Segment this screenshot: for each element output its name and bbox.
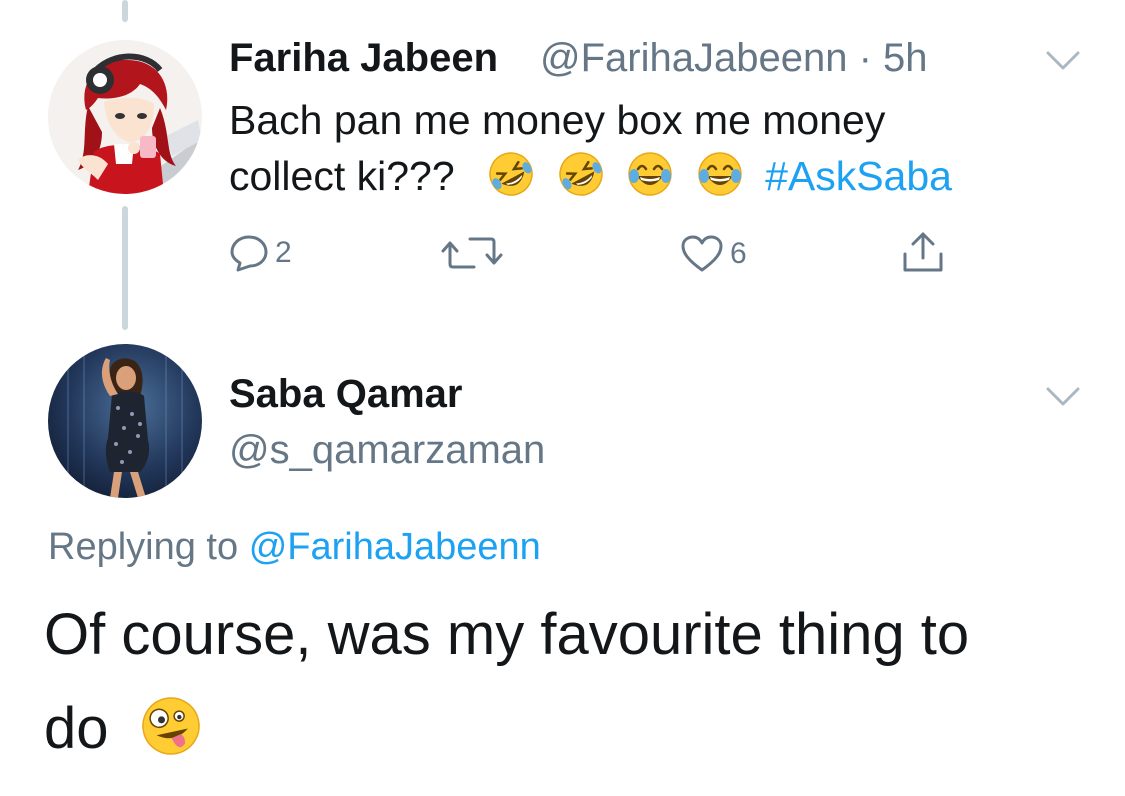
parent-author-name[interactable]: Fariha Jabeen	[229, 36, 498, 81]
handle-time-separator: ·	[858, 36, 872, 80]
main-tweet-text-line2-row: do	[44, 682, 203, 776]
share-button[interactable]	[902, 230, 944, 274]
tears-of-joy-emoji	[696, 150, 744, 198]
parent-author-handle-line: @FarihaJabeenn · 5h	[540, 36, 928, 81]
main-tweet-text-line2: do	[44, 696, 109, 761]
reply-button[interactable]: 2	[229, 234, 292, 272]
replying-to-line: Replying to @FarihaJabeenn	[48, 526, 541, 569]
like-icon	[680, 234, 724, 274]
like-button[interactable]: 6	[680, 234, 747, 274]
reply-count: 2	[275, 236, 292, 269]
like-count: 6	[730, 237, 747, 270]
retweet-button[interactable]	[440, 234, 510, 272]
parent-author-handle[interactable]: @FarihaJabeenn	[540, 36, 847, 80]
parent-timestamp[interactable]: 5h	[883, 36, 928, 80]
tears-of-joy-emoji	[626, 150, 674, 198]
parent-tweet-text-line2: collect ki???	[229, 153, 455, 199]
thread-line-connector	[122, 206, 128, 330]
retweet-icon	[440, 234, 504, 272]
share-icon	[902, 230, 944, 274]
chevron-down-icon[interactable]	[1045, 50, 1081, 77]
chevron-down-icon[interactable]	[1045, 386, 1081, 413]
parent-author-avatar[interactable]	[48, 40, 202, 194]
main-author-name[interactable]: Saba Qamar	[229, 372, 462, 417]
main-tweet-text-line1: Of course, was my favourite thing to	[44, 602, 970, 667]
replying-to-label: Replying to	[48, 526, 239, 568]
rolling-on-floor-laughing-emoji	[557, 150, 605, 198]
parent-tweet-text-line1: Bach pan me money box me money	[229, 97, 886, 143]
main-author-avatar[interactable]	[48, 344, 202, 498]
parent-tweet-text-line2-row: collect ki??? #AskSaba	[229, 148, 952, 204]
thread-line-top	[122, 0, 128, 22]
hashtag-link[interactable]: #AskSaba	[765, 153, 952, 199]
rolling-on-floor-laughing-emoji	[487, 150, 535, 198]
zany-face-emoji	[139, 692, 203, 756]
main-author-handle[interactable]: @s_qamarzaman	[229, 428, 545, 473]
replying-to-handle[interactable]: @FarihaJabeenn	[249, 526, 541, 568]
reply-icon	[229, 234, 269, 272]
